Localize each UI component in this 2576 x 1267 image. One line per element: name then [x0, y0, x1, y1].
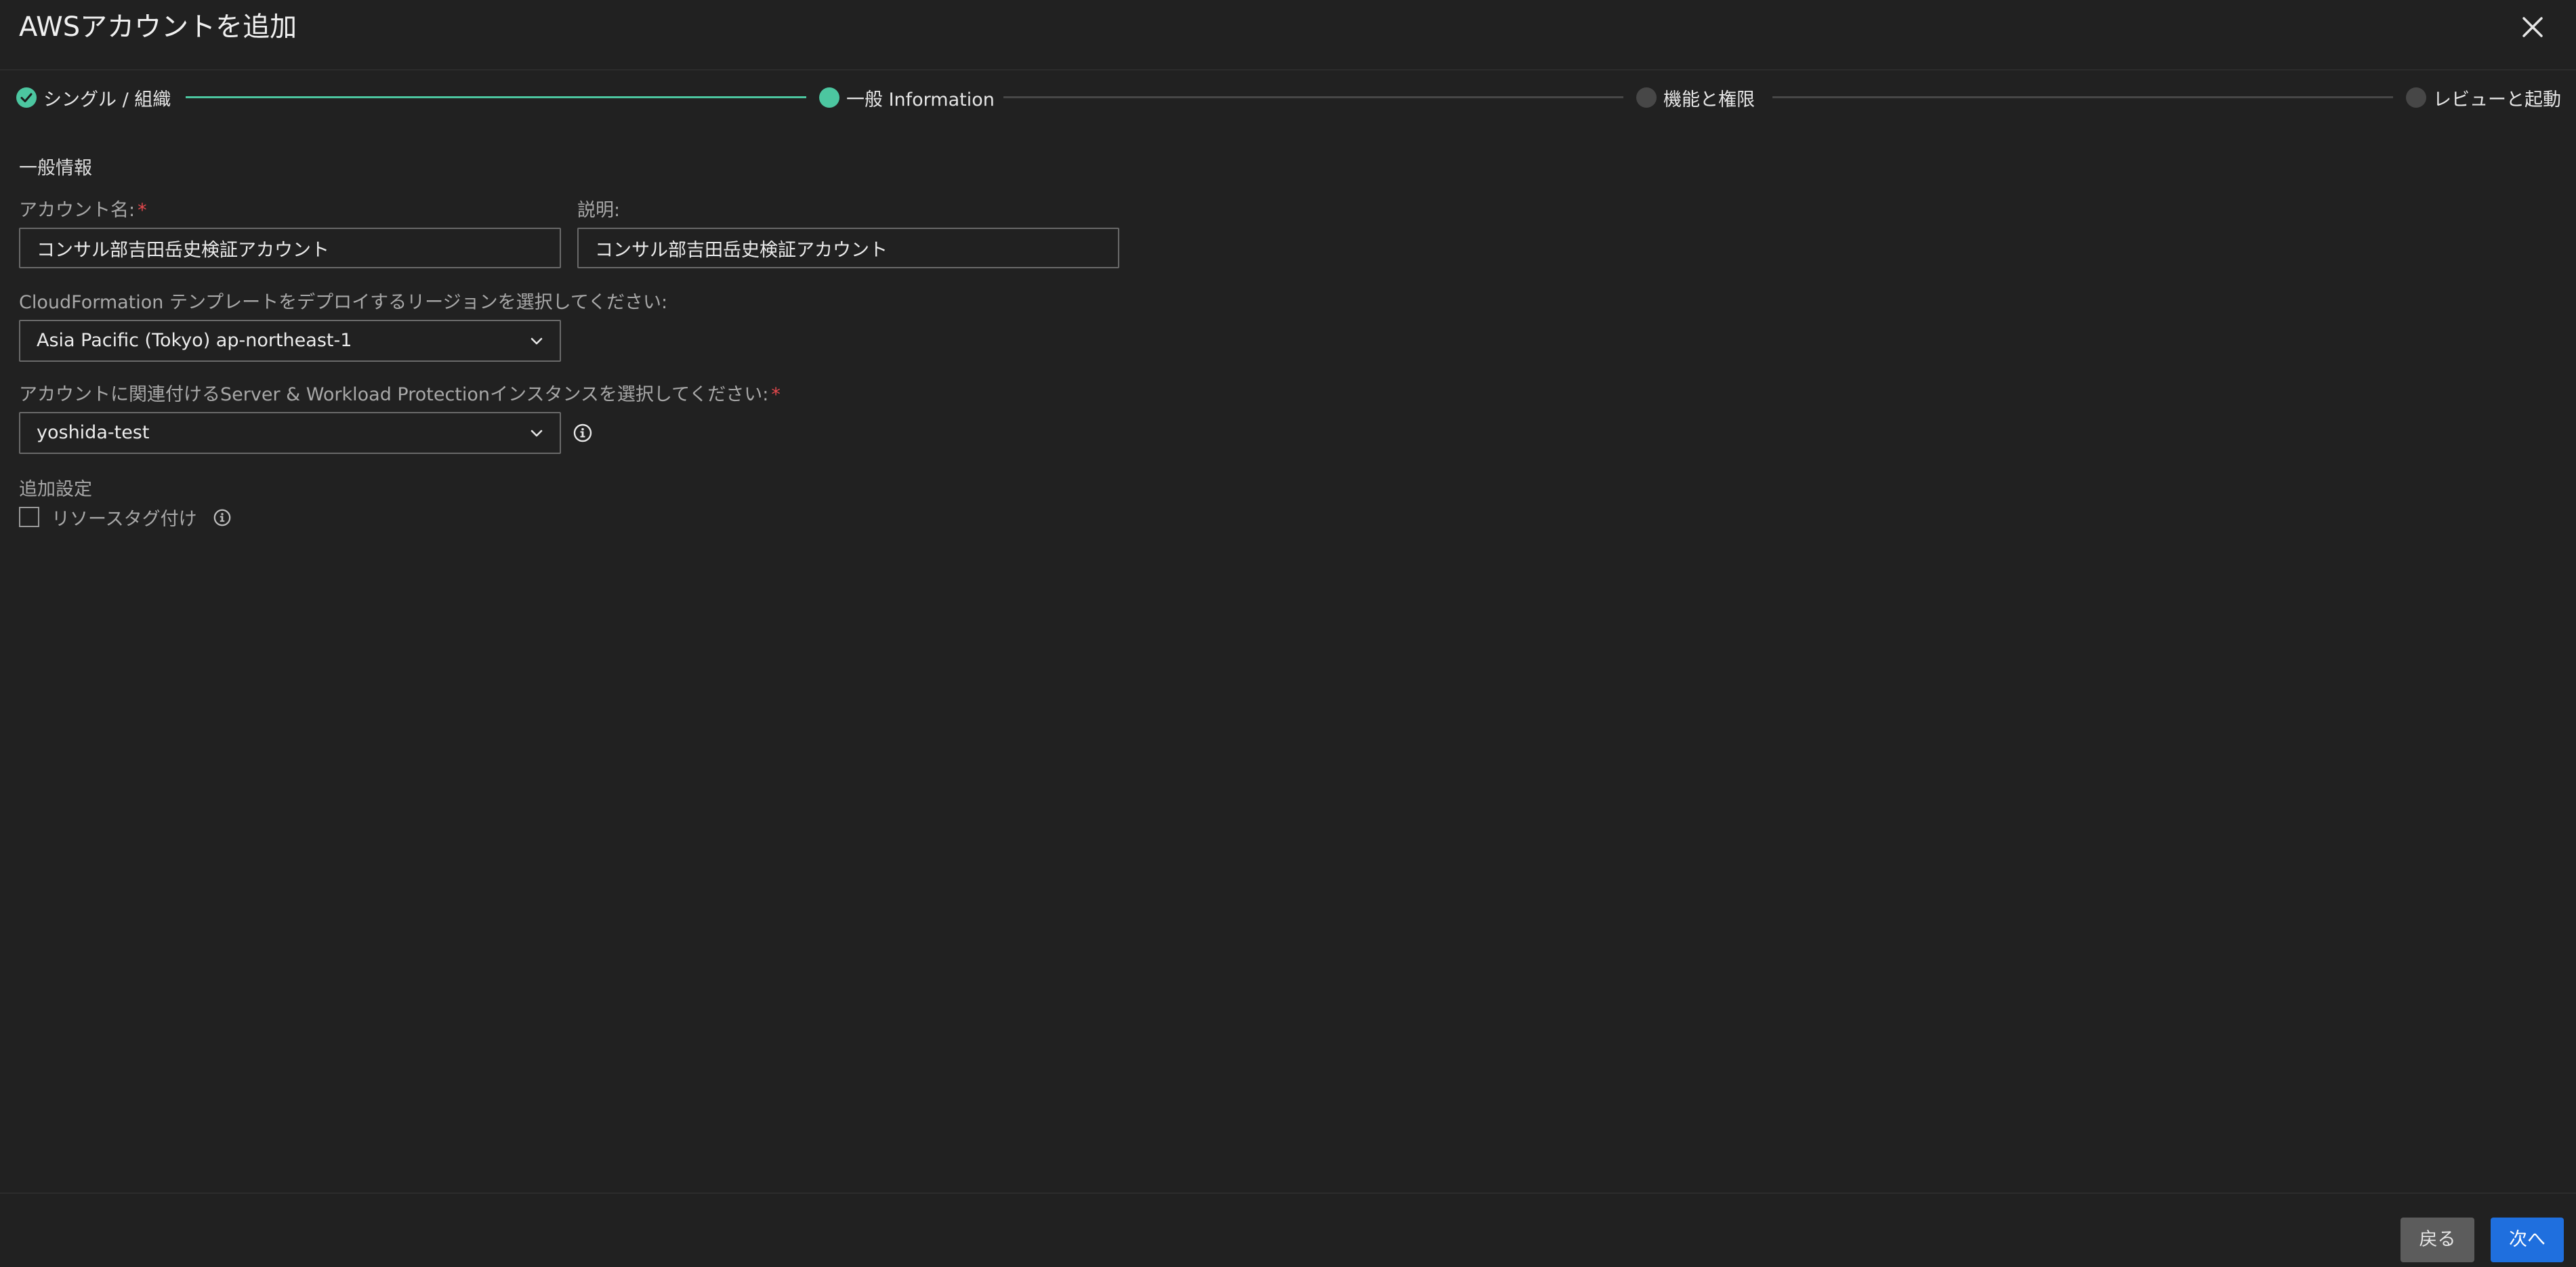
wizard-stepper: シングル / 組織 一般 Information 機能と権限 レビューと起動: [0, 76, 2576, 119]
chevron-down-icon: [528, 333, 545, 350]
resource-tagging-label: リソースタグ付け: [51, 509, 197, 530]
description-input[interactable]: [577, 228, 1119, 268]
chevron-down-icon: [528, 425, 545, 442]
step-review-launch: レビューと起動: [2406, 84, 2561, 111]
region-label: CloudFormation テンプレートをデプロイするリージョンを選択してくだ…: [19, 292, 668, 313]
resource-tagging-checkbox[interactable]: [19, 507, 39, 527]
region-select[interactable]: Asia Pacific (Tokyo) ap-northeast-1: [19, 320, 561, 362]
instance-info-icon[interactable]: [573, 423, 593, 443]
dialog-title: AWSアカウントを追加: [19, 12, 297, 43]
next-button[interactable]: 次へ: [2491, 1218, 2564, 1262]
step-features-permissions: 機能と権限: [1636, 84, 1755, 111]
account-name-label: アカウント名: *: [19, 200, 147, 221]
section-title: 一般情報: [19, 158, 92, 179]
back-button[interactable]: 戻る: [2401, 1218, 2474, 1262]
instance-select[interactable]: yoshida-test: [19, 412, 561, 454]
instance-label: アカウントに関連付けるServer & Workload Protectionイ…: [19, 384, 781, 405]
required-mark: *: [771, 384, 781, 405]
step-label: レビューと起動: [2433, 89, 2561, 110]
dialog-footer: 戻る 次へ: [0, 1192, 2576, 1267]
close-icon[interactable]: [2518, 12, 2548, 42]
step-connector: [1772, 96, 2393, 98]
pending-step-icon: [2406, 87, 2426, 108]
active-step-icon: [819, 87, 839, 108]
instance-selected-value: yoshida-test: [37, 422, 150, 443]
step-label: 機能と権限: [1663, 89, 1755, 110]
region-selected-value: Asia Pacific (Tokyo) ap-northeast-1: [37, 330, 352, 351]
add-aws-account-dialog: AWSアカウントを追加 シングル / 組織 一般 Information 機能と…: [0, 0, 2576, 1267]
pending-step-icon: [1636, 87, 1657, 108]
step-single-org: シングル / 組織: [16, 84, 171, 111]
step-label: 一般 Information: [846, 89, 995, 110]
account-name-input[interactable]: [19, 228, 561, 268]
check-circle-icon: [16, 87, 37, 108]
description-label: 説明:: [577, 200, 621, 221]
additional-settings-title: 追加設定: [19, 479, 92, 500]
required-mark: *: [138, 200, 147, 221]
dialog-header: AWSアカウントを追加: [0, 0, 2576, 70]
step-connector: [186, 96, 806, 98]
resource-tagging-info-icon[interactable]: [213, 508, 232, 527]
step-connector: [1003, 96, 1623, 98]
step-general-info: 一般 Information: [819, 84, 995, 111]
step-label: シングル / 組織: [43, 89, 171, 110]
